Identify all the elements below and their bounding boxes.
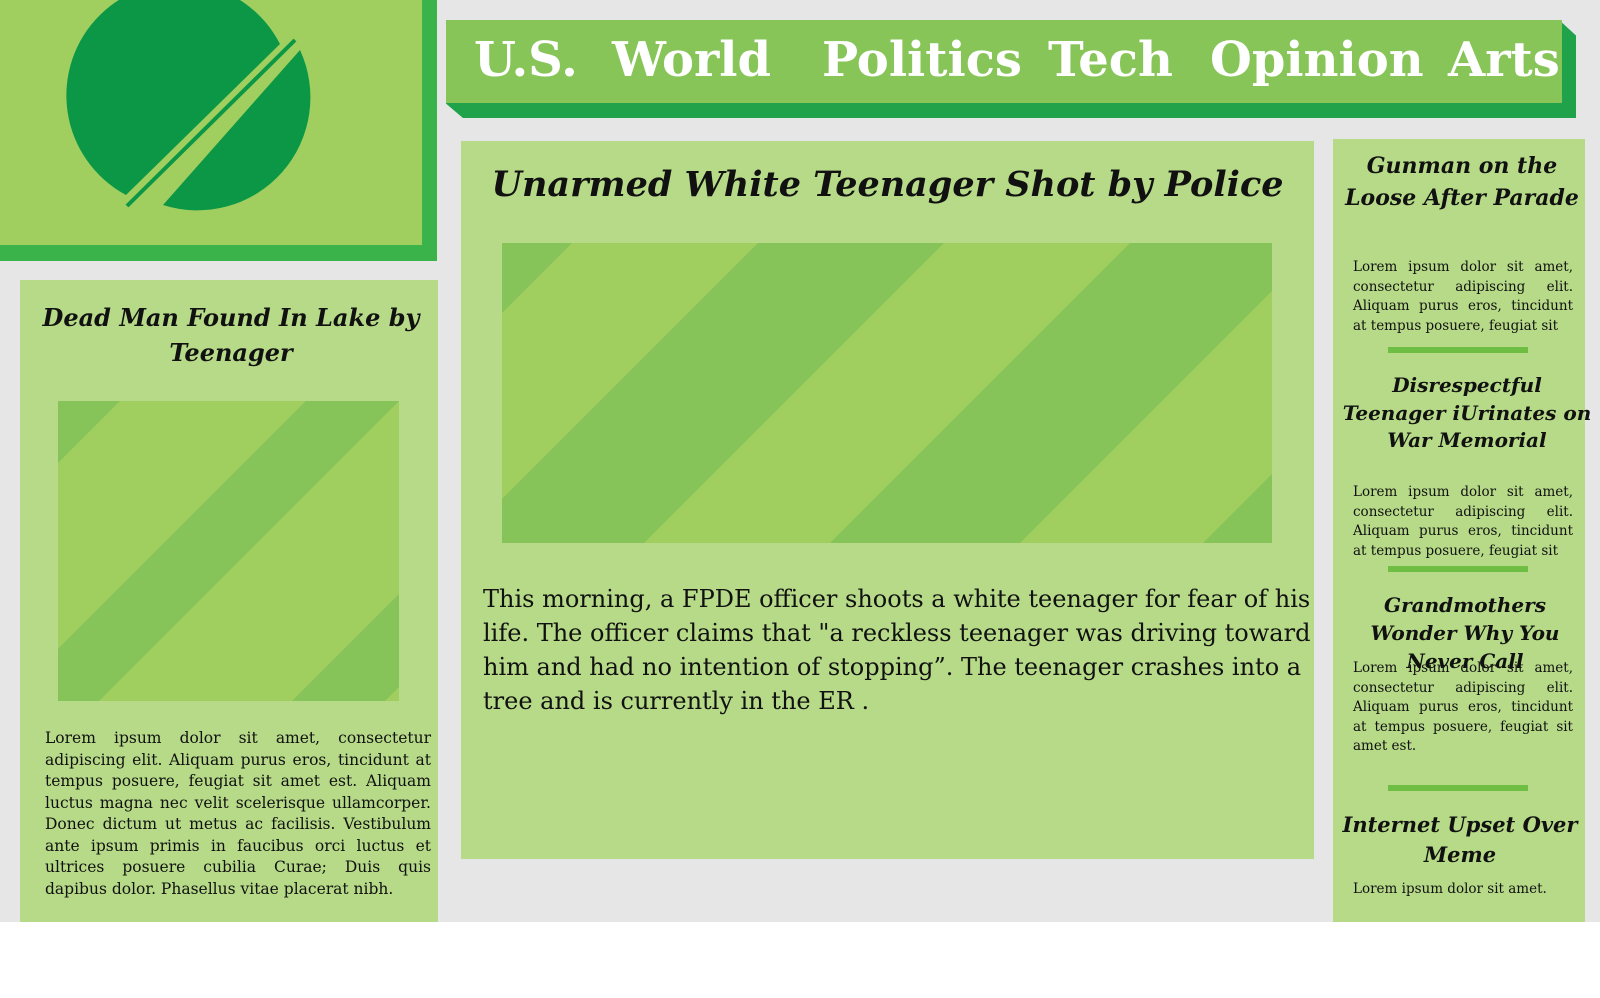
placeholder-image-icon — [58, 401, 399, 701]
sidebar-story-2-body: Lorem ipsum dolor sit amet, consectetur … — [1353, 484, 1573, 559]
nav-item-arts[interactable]: Arts — [1448, 28, 1560, 92]
split-circle-logo-icon — [66, 0, 311, 211]
sidebar-divider — [1388, 566, 1528, 572]
placeholder-image-icon — [502, 243, 1272, 543]
page-background: U.S. World Politics Tech Opinion Arts De… — [0, 0, 1600, 922]
main-story-headline[interactable]: Unarmed White Teenager Shot by Police — [470, 160, 1305, 210]
sidebar-divider — [1388, 347, 1528, 353]
left-story-body: Lorem ipsum dolor sit amet, consectetur … — [45, 729, 431, 898]
sidebar-story-4-headline[interactable]: Internet Upset Over Meme — [1342, 810, 1578, 870]
sidebar-story-3-body: Lorem ipsum dolor sit amet, consectetur … — [1353, 660, 1573, 754]
main-story-image[interactable] — [502, 243, 1272, 543]
nav-item-politics[interactable]: Politics — [822, 28, 1022, 92]
sidebar-story-1-headline[interactable]: Gunman on the Loose After Parade — [1342, 150, 1582, 214]
nav-item-tech[interactable]: Tech — [1048, 28, 1173, 92]
nav-item-opinion[interactable]: Opinion — [1210, 28, 1424, 92]
sidebar-story-1-body: Lorem ipsum dolor sit amet, consectetur … — [1353, 259, 1573, 334]
logo-box[interactable] — [0, 0, 422, 245]
nav-item-world[interactable]: World — [612, 28, 771, 92]
left-story-image[interactable] — [58, 401, 399, 701]
sidebar-story-2-headline[interactable]: Disrespectful Teenager iUrinates on War … — [1342, 372, 1592, 455]
main-story-body: This morning, a FPDE officer shoots a wh… — [483, 585, 1311, 715]
left-story-headline[interactable]: Dead Man Found In Lake by Teenager — [38, 300, 424, 370]
sidebar-divider — [1388, 785, 1528, 791]
nav-item-us[interactable]: U.S. — [474, 28, 578, 92]
sidebar-story-4-body: Lorem ipsum dolor sit amet. — [1353, 881, 1547, 897]
